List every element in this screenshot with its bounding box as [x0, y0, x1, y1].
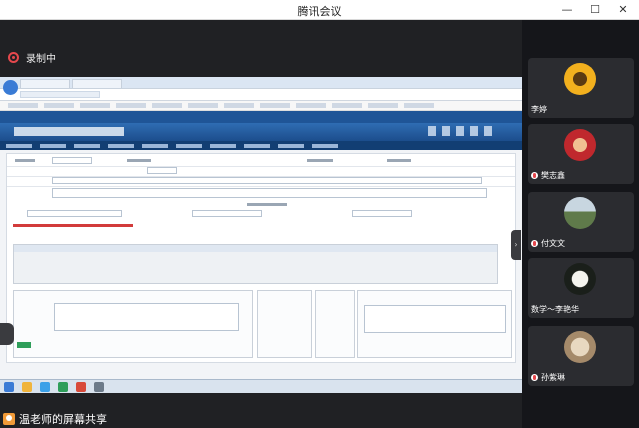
- participant-name: 孙紫琳: [541, 373, 565, 382]
- mic-muted-icon: [531, 374, 538, 381]
- side-panel-tab[interactable]: [0, 323, 14, 345]
- maximize-icon[interactable]: ☐: [583, 1, 607, 19]
- panel-teaching: [13, 290, 253, 358]
- minimize-icon[interactable]: —: [555, 1, 579, 19]
- system-nav: [0, 141, 522, 150]
- panel-notes: [357, 290, 512, 358]
- close-icon[interactable]: ✕: [611, 1, 635, 19]
- system-header: [0, 111, 522, 123]
- schedule-grid: [13, 244, 498, 284]
- landscape-avatar: [564, 197, 596, 229]
- participant-tile[interactable]: 樊志鑫: [528, 124, 634, 184]
- windows-taskbar: [0, 379, 522, 393]
- window-title: 腾讯会议: [297, 5, 342, 18]
- browser-tabs: [0, 77, 522, 89]
- browser-address-bar: [0, 89, 522, 101]
- participant-tile[interactable]: 数学～李艳华: [528, 258, 634, 318]
- participant-name: 樊志鑫: [541, 171, 565, 180]
- sunflower-avatar: [564, 63, 596, 95]
- participant-tile[interactable]: 孙紫琳: [528, 326, 634, 386]
- panel-select: [315, 290, 355, 358]
- share-indicator: 温老师的屏幕共享: [0, 409, 107, 428]
- screen-share-icon: [3, 412, 15, 425]
- school-logo: [14, 127, 124, 136]
- recording-label: 录制中: [26, 54, 56, 65]
- collapse-sidebar-button[interactable]: ›: [511, 230, 521, 260]
- save-button[interactable]: [17, 342, 31, 348]
- mic-muted-icon: [531, 172, 538, 179]
- white-lily-avatar: [564, 263, 596, 295]
- browser-bookmarks: [0, 101, 522, 111]
- title-bar: 腾讯会议 — ☐ ✕: [0, 0, 639, 20]
- participant-tile[interactable]: 李婷: [528, 58, 634, 118]
- participant-tile[interactable]: 付文文: [528, 192, 634, 252]
- shared-screen: [0, 77, 522, 393]
- red-portrait-avatar: [564, 129, 596, 161]
- main-stage: 录制中 ›: [0, 20, 522, 428]
- participant-name: 李婷: [531, 105, 547, 114]
- recording-indicator[interactable]: 录制中: [8, 50, 56, 65]
- record-icon: [8, 52, 19, 63]
- participant-name: 付文文: [541, 239, 565, 248]
- browser-logo-icon: [3, 80, 18, 95]
- panel-options: [257, 290, 312, 358]
- system-banner: [0, 123, 522, 141]
- share-label: 温老师的屏幕共享: [19, 412, 107, 426]
- mic-muted-icon: [531, 240, 538, 247]
- cat-avatar: [564, 331, 596, 363]
- participant-name: 数学～李艳华: [531, 305, 579, 314]
- participant-sidebar: 李婷 樊志鑫 付文文 数学～李艳华 孙紫琳: [522, 20, 639, 428]
- course-form: [6, 153, 516, 363]
